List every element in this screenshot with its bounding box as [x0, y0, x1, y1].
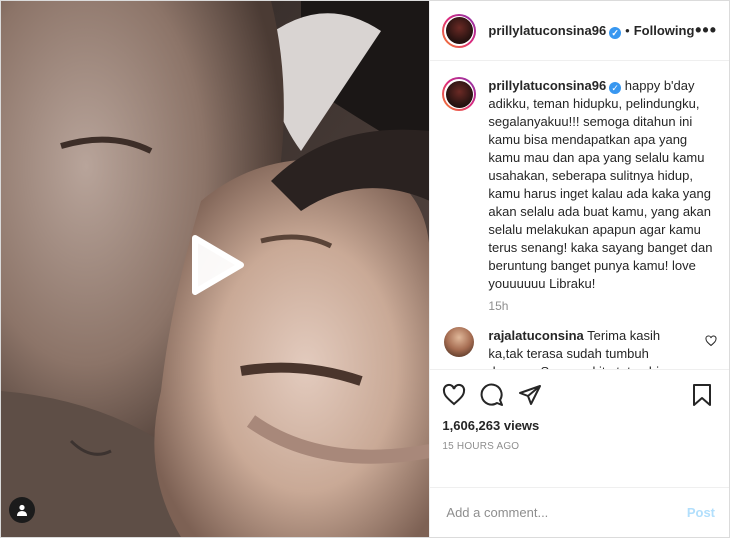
instagram-post-modal: prillylatuconsina96 ✓ • Following ••• pri…: [0, 0, 730, 538]
caption: prillylatuconsina96 ✓ happy b'day adikku,…: [442, 77, 717, 293]
commenter-avatar[interactable]: [444, 327, 475, 357]
share-icon[interactable]: [518, 383, 542, 407]
post-actions: 1,606,263 views 15 HOURS AGO: [430, 369, 729, 491]
add-comment-input[interactable]: [444, 504, 669, 521]
author-avatar[interactable]: [442, 13, 477, 48]
verified-badge-icon: ✓: [609, 82, 622, 94]
comments-area: prillylatuconsina96 ✓ happy b'day adikku,…: [430, 61, 729, 369]
view-count[interactable]: 1,606,263 views: [442, 418, 713, 433]
post-comment-button[interactable]: Post: [687, 505, 715, 520]
separator-dot: •: [625, 23, 630, 38]
post-time-ago[interactable]: 15 HOURS AGO: [442, 441, 713, 452]
caption-text: happy b'day adikku, teman hidupku, pelin…: [488, 78, 713, 291]
tagged-user-icon[interactable]: [9, 497, 35, 523]
following-button[interactable]: Following: [634, 23, 695, 38]
verified-badge-icon: ✓: [609, 26, 622, 39]
caption-timestamp[interactable]: 15h: [488, 299, 717, 313]
more-options-icon[interactable]: •••: [695, 20, 717, 41]
author-username[interactable]: prillylatuconsina96 ✓: [488, 23, 622, 39]
heart-icon[interactable]: [442, 383, 466, 407]
comment-text-block: rajalatuconsina Terima kasih ka,tak tera…: [488, 327, 684, 369]
comment-like-heart-icon[interactable]: [705, 335, 717, 347]
person-icon: [17, 504, 27, 516]
play-icon[interactable]: [185, 234, 247, 296]
add-comment-bar: Post: [430, 487, 729, 537]
caption-avatar[interactable]: [442, 77, 477, 111]
caption-username[interactable]: prillylatuconsina96: [488, 78, 606, 93]
comment-item: rajalatuconsina Terima kasih ka,tak tera…: [442, 327, 717, 369]
bookmark-icon[interactable]: [691, 383, 713, 407]
post-header: prillylatuconsina96 ✓ • Following •••: [430, 1, 729, 61]
caption-text-block: prillylatuconsina96 ✓ happy b'day adikku,…: [488, 77, 714, 293]
action-icons-row: [442, 380, 713, 410]
author-username-link[interactable]: prillylatuconsina96: [488, 23, 606, 38]
post-sidebar: prillylatuconsina96 ✓ • Following ••• pri…: [429, 1, 729, 537]
commenter-username[interactable]: rajalatuconsina: [488, 328, 583, 343]
video-player[interactable]: [1, 1, 430, 537]
comment-icon[interactable]: [480, 383, 504, 407]
